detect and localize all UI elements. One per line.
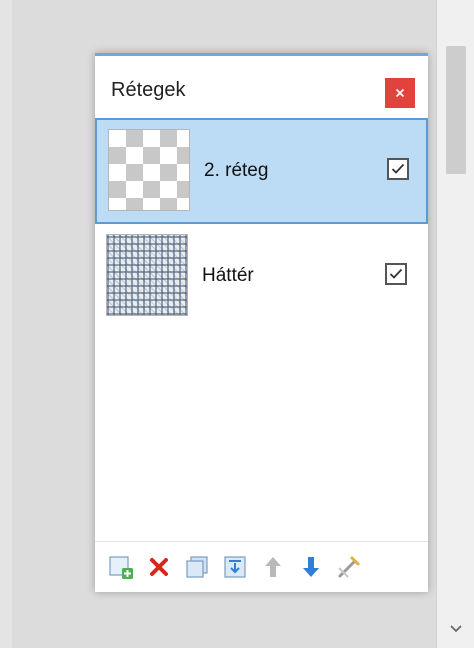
layer-name: Háttér [202, 265, 254, 286]
duplicate-layer-icon [186, 556, 208, 578]
layer-toolbar [95, 541, 428, 592]
layer-properties-button[interactable] [335, 553, 363, 581]
delete-layer-button[interactable] [145, 553, 173, 581]
layers-panel: Rétegek 2. réteg Háttér [95, 53, 428, 592]
close-icon [395, 88, 405, 98]
desktop-background [0, 0, 12, 648]
checkmark-icon [389, 268, 403, 279]
layer-thumbnail [108, 129, 190, 211]
move-layer-up-icon [265, 557, 281, 577]
duplicate-layer-button[interactable] [183, 553, 211, 581]
delete-layer-icon [150, 558, 168, 576]
layer-name: 2. réteg [204, 160, 269, 181]
layer-properties-icon [338, 556, 360, 578]
move-layer-down-icon [303, 557, 319, 577]
layer-row-hatter[interactable]: Háttér [95, 224, 428, 330]
add-layer-icon [109, 556, 133, 579]
layer-visibility-checkbox[interactable] [385, 263, 407, 285]
layer-list: 2. réteg Háttér [95, 118, 428, 330]
chevron-down-icon [450, 625, 462, 633]
layer-visibility-checkbox[interactable] [387, 158, 409, 180]
vertical-scrollbar[interactable] [436, 0, 474, 648]
layer-row-reteg-2[interactable]: 2. réteg [95, 118, 428, 224]
add-layer-button[interactable] [107, 553, 135, 581]
merge-layer-down-button[interactable] [221, 553, 249, 581]
move-layer-down-button[interactable] [297, 553, 325, 581]
close-button[interactable] [385, 78, 415, 108]
layer-thumbnail [106, 234, 188, 316]
panel-title: Rétegek [111, 79, 186, 101]
scroll-down-button[interactable] [445, 618, 467, 640]
panel-title-bar[interactable]: Rétegek [95, 56, 428, 114]
scrollbar-thumb[interactable] [446, 46, 466, 174]
move-layer-up-button[interactable] [259, 553, 287, 581]
merge-layer-down-icon [224, 556, 246, 578]
checkmark-icon [391, 163, 405, 174]
